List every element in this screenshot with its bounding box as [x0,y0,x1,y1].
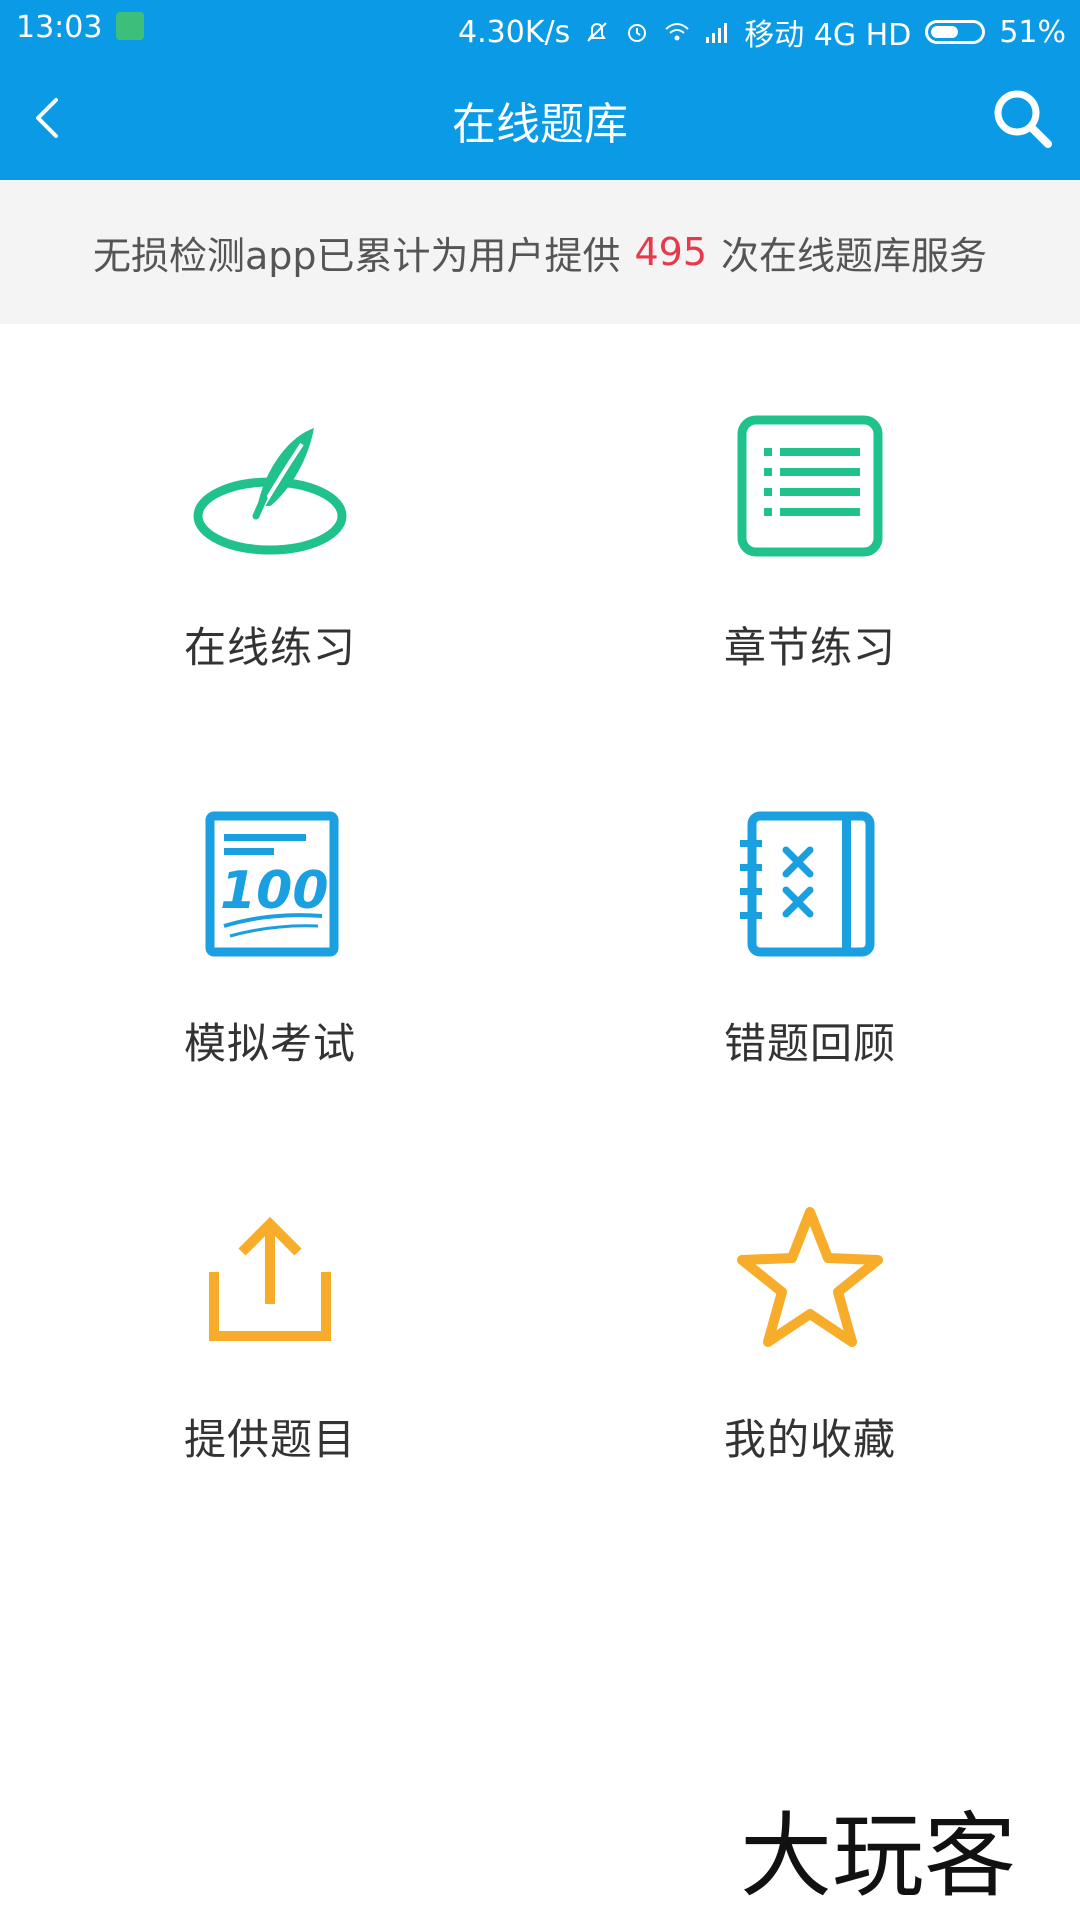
stats-banner: 无损检测app已累计为用户提供 495 次在线题库服务 [0,180,1080,324]
grid-item-chapter-practice[interactable]: 章节练习 [540,324,1080,720]
feather-circle-icon [193,428,347,555]
grid-item-label: 章节练习 [723,623,896,672]
grid-item-submit-question[interactable]: 提供题目 [0,1116,540,1512]
signal-icon [706,23,728,43]
banner-suffix: 次在线题库服务 [721,233,988,278]
search-icon[interactable] [988,84,1056,152]
wrong-notebook-icon [740,811,875,957]
upload-icon [209,1216,331,1341]
grid-item-label: 模拟考试 [183,1019,356,1068]
grid-item-online-practice[interactable]: 在线练习 [0,324,540,720]
grid-item-label: 提供题目 [183,1415,356,1464]
svg-text:100: 100 [220,861,329,921]
grid-item-label: 我的收藏 [723,1415,896,1464]
service-count: 495 [634,230,708,274]
top-bar: 13:03 4.30K/s 移动 4G HD 51% 在线题库 [0,0,1080,180]
wifi-icon [665,23,689,41]
carrier-label: 移动 4G HD [744,18,912,53]
grid-item-my-favorites[interactable]: 我的收藏 [540,1116,1080,1512]
battery-percent: 51% [999,14,1066,50]
grid-item-mock-exam[interactable]: 100 模拟考试 [0,720,540,1116]
network-speed: 4.30K/s [458,14,571,50]
banner-prefix: 无损检测app已累计为用户提供 [92,233,621,278]
svg-text:大玩客: 大玩客 [740,1803,1016,1910]
page-title: 在线题库 [452,99,628,150]
grid-item-label: 在线练习 [183,623,356,672]
star-icon [737,1207,883,1347]
status-bar: 13:03 4.30K/s 移动 4G HD 51% [0,0,1080,56]
grid-item-label: 错题回顾 [723,1019,896,1068]
grid-item-wrong-review[interactable]: 错题回顾 [540,720,1080,1116]
exam-100-icon: 100 [205,811,339,957]
security-shield-icon [116,12,144,40]
watermark-logo: 大玩客 [740,1803,1016,1910]
alarm-icon [628,24,647,42]
feature-grid: 在线练习 章节练习 100 模拟考试 错题回顾 提供题目 我的收藏 [0,324,1080,1524]
mute-icon [587,22,607,42]
list-document-icon [737,415,883,557]
battery-icon [925,20,986,44]
status-time: 13:03 [16,10,103,45]
status-right: 4.30K/s 移动 4G HD 51% [458,10,1066,54]
app-bar: 在线题库 [0,56,1080,180]
